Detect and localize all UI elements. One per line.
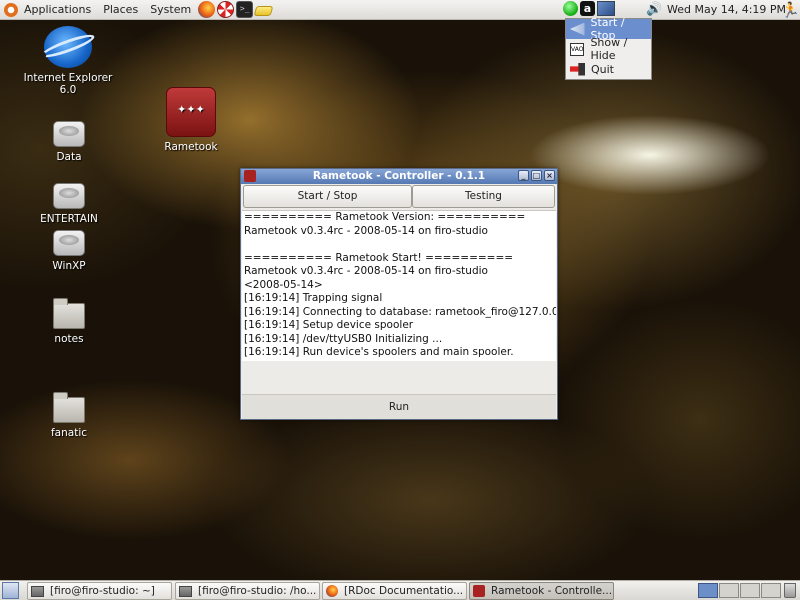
log-line: ========== Rametook Version: ==========: [244, 211, 526, 223]
taskbar-item-active[interactable]: Rametook - Controlle...: [469, 582, 614, 600]
terminal-icon: [31, 585, 44, 597]
firefox-icon: [326, 585, 338, 597]
rametook-icon: ✦✦✦: [166, 87, 216, 137]
rametook-controller-window: Rametook - Controller - 0.1.1 _ □ × Star…: [240, 168, 558, 420]
desktop-icon-label: Internet Explorer 6.0: [23, 72, 113, 96]
menu-item-label: Show / Hide: [590, 36, 628, 62]
rametook-icon: [473, 585, 485, 597]
hard-drive-icon: [53, 230, 85, 256]
desktop-icon-label: notes: [54, 333, 84, 345]
terminal-icon: [179, 585, 192, 597]
start-stop-button[interactable]: Start / Stop: [243, 185, 412, 208]
terminal-launcher-icon[interactable]: >_: [236, 1, 254, 18]
rametook-tray-icon[interactable]: [563, 1, 578, 16]
ubuntu-logo-icon[interactable]: [4, 2, 18, 17]
quit-icon: [570, 62, 585, 76]
desktop-icon-data[interactable]: Data: [24, 121, 114, 163]
window-titlebar[interactable]: Rametook - Controller - 0.1.1 _ □ ×: [241, 169, 557, 184]
desktop-icon-label: ENTERTAIN: [40, 213, 98, 225]
log-line: [16:19:14] /dev/ttyUSB0 Initializing ...: [244, 332, 443, 345]
taskbar-item[interactable]: [firo@firo-studio: /ho...: [175, 582, 320, 600]
applications-menu[interactable]: Applications: [18, 0, 97, 20]
testing-button[interactable]: Testing: [412, 185, 555, 208]
log-line: [16:19:14] Setup device spooler: [244, 319, 414, 331]
menu-item-quit[interactable]: Quit: [566, 59, 651, 79]
menu-item-label: Quit: [591, 62, 614, 76]
tray-popup-menu: Start / Stop VAO Show / Hide Quit: [565, 16, 652, 80]
desktop-icon-winxp[interactable]: WinXP: [24, 230, 114, 272]
taskbar-item[interactable]: [RDoc Documentatio...: [322, 582, 467, 600]
run-icon[interactable]: 🏃: [781, 1, 800, 19]
trash-icon[interactable]: [784, 583, 796, 598]
taskbar-item-label: [firo@firo-studio: ~]: [50, 585, 155, 597]
a-tray-icon[interactable]: a: [580, 1, 595, 16]
log-line: [16:19:14] Run device's spoolers and mai…: [244, 346, 514, 358]
run-button[interactable]: Run: [242, 394, 556, 419]
notes-launcher-icon[interactable]: [253, 6, 274, 16]
show-desktop-icon[interactable]: [2, 582, 19, 599]
desktop-icon-notes[interactable]: notes: [24, 298, 114, 345]
workspace-3[interactable]: [740, 583, 760, 598]
log-line: [16:19:14] Connecting to database: ramet…: [244, 305, 556, 318]
desktop-icon-label: fanatic: [50, 427, 88, 439]
taskbar-item-label: [RDoc Documentatio...: [344, 585, 464, 597]
hard-drive-icon: [53, 121, 85, 147]
log-line: ========== Rametook Start! ==========: [244, 251, 514, 264]
system-menu[interactable]: System: [144, 0, 197, 20]
rametook-icon: [244, 170, 256, 182]
desktop-icon-rametook[interactable]: ✦✦✦ Rametook: [146, 87, 236, 153]
bottom-panel: [firo@firo-studio: ~] [firo@firo-studio:…: [0, 580, 800, 600]
taskbar-item-label: [firo@firo-studio: /ho...: [198, 585, 317, 597]
taskbar-item[interactable]: [firo@firo-studio: ~]: [27, 582, 172, 600]
clock[interactable]: Wed May 14, 4:19 PM: [667, 0, 786, 20]
places-menu[interactable]: Places: [97, 0, 144, 20]
desktop-icon-fanatic[interactable]: fanatic: [24, 392, 114, 439]
workspace-4[interactable]: [761, 583, 781, 598]
desktop-icon-label: Data: [56, 151, 82, 163]
desktop-icon-entertain[interactable]: ENTERTAIN: [24, 183, 114, 225]
vao-icon: VAO: [570, 42, 585, 56]
folder-icon: [53, 392, 85, 423]
system-tray: a: [563, 1, 615, 16]
maximize-button[interactable]: □: [531, 170, 542, 181]
folder-icon: [53, 298, 85, 329]
log-line: <2008-05-14>: [244, 278, 323, 291]
log-line: Rametook v0.3.4rc - 2008-05-14 on firo-s…: [244, 224, 488, 237]
log-line: Rametook v0.3.4rc - 2008-05-14 on firo-s…: [244, 265, 488, 277]
taskbar-item-label: Rametook - Controlle...: [491, 585, 613, 597]
menu-item-show-hide[interactable]: VAO Show / Hide: [566, 36, 651, 62]
minimize-button[interactable]: _: [518, 170, 529, 181]
desktop-icon-label: WinXP: [52, 260, 86, 272]
help-launcher-icon[interactable]: [217, 1, 235, 18]
desktop-icon-label: Rametook: [164, 141, 218, 153]
ie-icon: [44, 26, 92, 68]
close-button[interactable]: ×: [544, 170, 555, 181]
workspace-2[interactable]: [719, 583, 739, 598]
hard-drive-icon: [53, 183, 85, 209]
log-line: [16:19:14] Trapping signal: [244, 292, 383, 304]
firefox-launcher-icon[interactable]: [198, 1, 216, 18]
window-title: Rametook - Controller - 0.1.1: [312, 170, 486, 182]
workspace-1[interactable]: [698, 583, 718, 598]
network-tray-icon[interactable]: [597, 1, 615, 16]
desktop-icon-internet-explorer[interactable]: Internet Explorer 6.0: [23, 26, 113, 96]
arrow-icon: [570, 22, 585, 36]
log-output[interactable]: ========== Rametook Version: ========== …: [242, 210, 556, 361]
